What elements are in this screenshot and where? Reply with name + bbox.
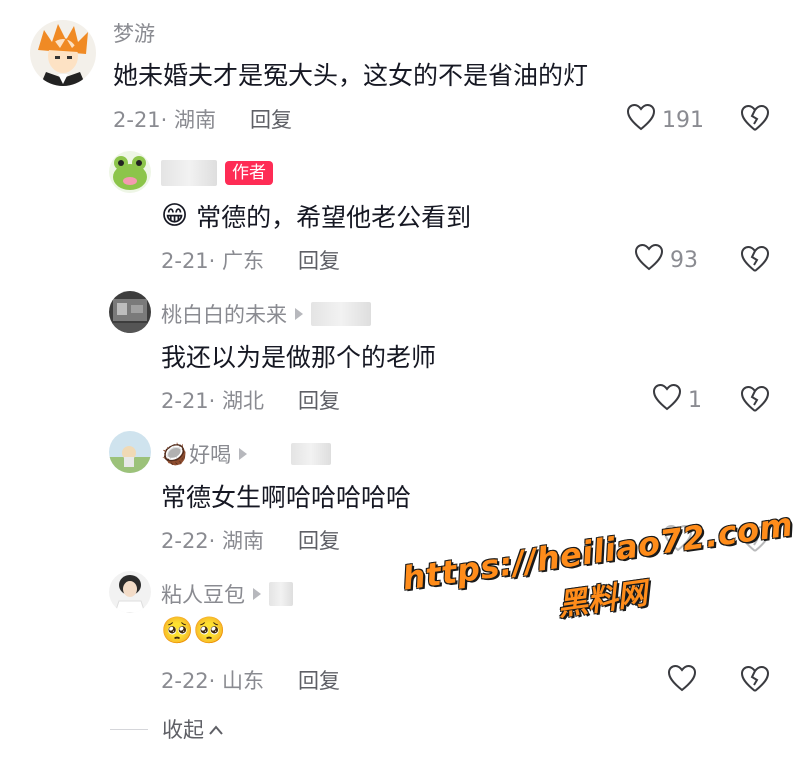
author-badge: 作者 <box>225 161 273 185</box>
like-button[interactable]: 1 <box>652 383 702 417</box>
username[interactable]: 作者 <box>161 160 273 186</box>
reply-button[interactable]: 回复 <box>298 665 340 695</box>
blurred-reply-target <box>311 302 371 326</box>
comment-meta: 2-22· 山东 回复 <box>161 665 340 695</box>
broken-heart-icon <box>740 385 770 412</box>
collapse-replies-button[interactable]: 收起 <box>110 714 510 744</box>
collapse-label: 收起 <box>162 718 204 742</box>
broken-heart-icon <box>740 665 770 692</box>
broken-heart-icon <box>740 104 770 131</box>
avatar[interactable] <box>30 20 96 86</box>
reply-arrow-icon <box>253 588 261 600</box>
username[interactable]: 🥥 好喝 <box>161 439 332 469</box>
comment-meta: 2-21· 湖北 回复 <box>161 385 340 415</box>
like-count: 191 <box>662 107 704 133</box>
comment-text: 常德女生啊哈哈哈哈哈 <box>161 483 412 512</box>
like-count: 93 <box>670 247 698 273</box>
dislike-button[interactable] <box>740 245 770 277</box>
watermark: https://heiliao72.com 黑料网 <box>400 505 800 679</box>
coconut-emoji-icon: 🥥 <box>161 441 188 466</box>
date-location: 2-21· 湖南 <box>113 108 217 132</box>
date-location: 2-22· 山东 <box>161 669 265 693</box>
comment-text: 🥺🥺 <box>161 616 226 646</box>
divider <box>110 728 148 730</box>
like-button[interactable]: 93 <box>634 243 698 277</box>
like-button[interactable]: 191 <box>626 103 704 137</box>
comment-meta: 2-21· 广东 回复 <box>161 245 340 275</box>
reply-arrow-icon <box>239 448 248 460</box>
reply-arrow-icon <box>295 308 303 320</box>
date-location: 2-22· 湖南 <box>161 529 265 553</box>
date-location: 2-21· 广东 <box>161 249 265 273</box>
avatar[interactable] <box>109 151 151 193</box>
heart-icon <box>667 664 697 698</box>
grin-emoji-icon: 😁 <box>161 201 189 231</box>
username[interactable]: 桃白白的未来 <box>161 299 371 329</box>
avatar[interactable] <box>109 291 151 333</box>
date-location: 2-21· 湖北 <box>161 389 265 413</box>
chevron-up-icon <box>208 717 224 741</box>
reply-button[interactable]: 回复 <box>298 245 340 275</box>
username[interactable]: 梦游 <box>113 18 155 48</box>
blurred-username <box>161 160 217 186</box>
heart-icon <box>626 103 656 137</box>
comment-meta: 2-21· 湖南 回复 <box>113 104 292 134</box>
dislike-button[interactable] <box>740 385 770 417</box>
blurred-reply-target <box>269 582 293 606</box>
comment-text: 😁 常德的，希望他老公看到 <box>161 201 472 232</box>
heart-icon <box>652 383 682 417</box>
like-button[interactable] <box>667 664 697 698</box>
dislike-button[interactable] <box>740 104 770 136</box>
comment-text: 她未婚夫才是冤大头，这女的不是省油的灯 <box>113 61 589 90</box>
username[interactable]: 粘人豆包 <box>161 579 293 609</box>
blurred-reply-target <box>291 443 332 465</box>
comment-meta: 2-22· 湖南 回复 <box>161 525 340 555</box>
heart-icon <box>634 243 664 277</box>
dislike-button[interactable] <box>740 665 770 697</box>
reply-button[interactable]: 回复 <box>298 385 340 415</box>
avatar[interactable] <box>109 571 151 613</box>
comment-text: 我还以为是做那个的老师 <box>161 343 437 372</box>
reply-button[interactable]: 回复 <box>298 525 340 555</box>
avatar[interactable] <box>109 431 151 473</box>
broken-heart-icon <box>740 245 770 272</box>
like-count: 1 <box>688 387 702 413</box>
pleading-face-emoji-icon: 🥺🥺 <box>161 616 226 646</box>
reply-button[interactable]: 回复 <box>250 104 292 134</box>
